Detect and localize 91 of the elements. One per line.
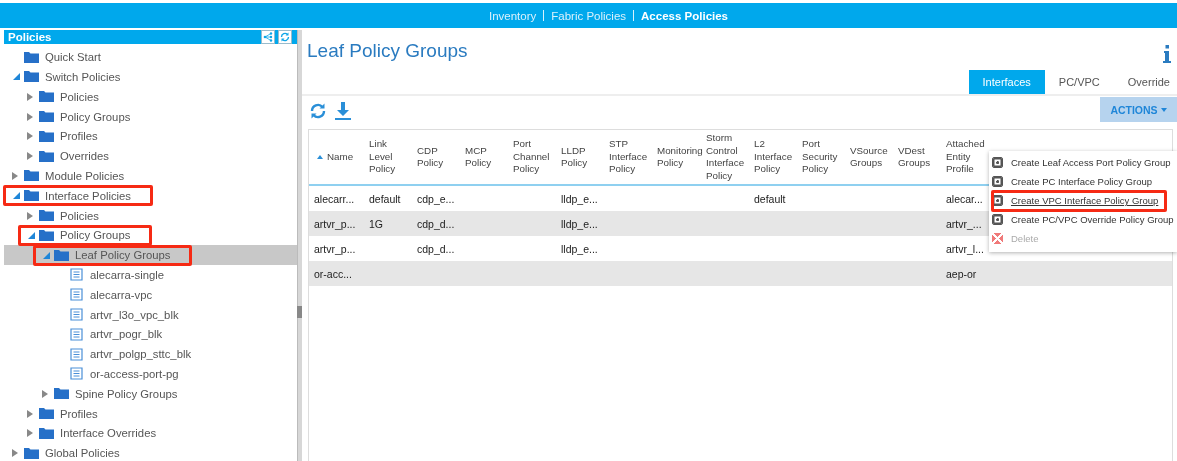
tree-item[interactable]: Profiles bbox=[4, 126, 297, 147]
expand-icon[interactable] bbox=[27, 211, 33, 220]
column-header[interactable]: Storm Control Interface Policy bbox=[703, 130, 751, 185]
column-header[interactable]: MCP Policy bbox=[462, 130, 510, 185]
column-header[interactable]: VSource Groups bbox=[847, 130, 895, 185]
tree-item[interactable]: Global Policies bbox=[4, 443, 297, 461]
document-icon bbox=[69, 347, 84, 361]
column-header[interactable]: VDest Groups bbox=[895, 130, 943, 185]
tree-item[interactable]: Interface Overrides bbox=[4, 423, 297, 444]
table-cell: cdp_e... bbox=[414, 185, 462, 211]
expand-icon[interactable] bbox=[12, 449, 18, 458]
document-icon bbox=[69, 367, 84, 381]
table-cell: 1G bbox=[366, 211, 414, 236]
folder-icon bbox=[24, 189, 39, 203]
tree-item[interactable]: Profiles bbox=[4, 403, 297, 424]
expand-icon[interactable] bbox=[27, 409, 33, 418]
folder-icon bbox=[39, 209, 54, 223]
folder-icon bbox=[24, 50, 39, 64]
tree-item[interactable]: Policy Groups bbox=[4, 225, 297, 246]
table-cell: default bbox=[751, 185, 799, 211]
tree-item[interactable]: Overrides bbox=[4, 146, 297, 167]
column-header[interactable]: STP Interface Policy bbox=[606, 130, 654, 185]
tree-item[interactable]: Policy Groups bbox=[4, 106, 297, 127]
tree-item[interactable]: artvr_polgp_sttc_blk bbox=[4, 344, 297, 364]
table-cell: artvr_p... bbox=[309, 236, 366, 261]
table-cell: default bbox=[366, 185, 414, 211]
folder-icon bbox=[39, 110, 54, 124]
column-header[interactable]: Name bbox=[309, 130, 366, 185]
expand-icon[interactable] bbox=[27, 152, 33, 161]
folder-icon bbox=[39, 90, 54, 104]
folder-icon bbox=[39, 149, 54, 163]
table-cell: lldp_e... bbox=[558, 236, 606, 261]
column-header[interactable]: Port Security Policy bbox=[799, 130, 847, 185]
tree-item[interactable]: Module Policies bbox=[4, 166, 297, 186]
expand-icon[interactable] bbox=[27, 92, 33, 101]
folder-icon bbox=[54, 248, 69, 262]
folder-icon bbox=[39, 228, 54, 242]
tree-item[interactable]: artvr_l3o_vpc_blk bbox=[4, 304, 297, 325]
tree-view-icon[interactable] bbox=[261, 30, 275, 45]
tree-item[interactable]: Policies bbox=[4, 86, 297, 107]
tree-item[interactable]: Spine Policy Groups bbox=[4, 383, 297, 404]
splitter-handle[interactable] bbox=[297, 306, 302, 318]
column-header[interactable]: L2 Interface Policy bbox=[751, 130, 799, 185]
folder-icon bbox=[39, 129, 54, 143]
download-icon[interactable] bbox=[335, 102, 351, 120]
tree-item[interactable]: Policies bbox=[4, 205, 297, 226]
tree-item[interactable]: or-access-port-pg bbox=[4, 364, 297, 384]
refresh-icon[interactable] bbox=[309, 102, 327, 120]
expand-icon[interactable] bbox=[27, 112, 33, 121]
delete-icon bbox=[992, 233, 1003, 244]
refresh-icon[interactable] bbox=[278, 30, 292, 45]
table-cell: or-acc... bbox=[309, 261, 366, 286]
tab[interactable]: PC/VPC bbox=[1044, 70, 1114, 94]
expand-icon[interactable] bbox=[27, 132, 33, 141]
document-icon bbox=[69, 268, 84, 282]
tab[interactable]: Override bbox=[1113, 70, 1177, 94]
table-cell: lldp_e... bbox=[558, 185, 606, 211]
column-header[interactable]: Monitoring Policy bbox=[654, 130, 703, 185]
tree-item[interactable]: Leaf Policy Groups bbox=[4, 245, 297, 266]
expand-icon[interactable] bbox=[42, 389, 48, 398]
folder-icon bbox=[24, 70, 39, 84]
caret-icon bbox=[1160, 107, 1167, 112]
tree-item[interactable]: Interface Policies bbox=[4, 185, 297, 206]
tree-item[interactable]: alecarra-vpc bbox=[4, 284, 297, 305]
sidebar-title: Policies bbox=[8, 31, 52, 44]
table-cell: cdp_d... bbox=[414, 211, 462, 236]
folder-icon bbox=[54, 387, 69, 401]
folder-icon bbox=[39, 426, 54, 440]
table-cell: artvr_p... bbox=[309, 211, 366, 236]
table-cell: cdp_d... bbox=[414, 236, 462, 261]
document-icon bbox=[69, 327, 84, 341]
tree-item[interactable]: Switch Policies bbox=[4, 67, 297, 87]
info-icon[interactable] bbox=[1163, 45, 1171, 63]
document-icon bbox=[69, 308, 84, 321]
table-cell: lldp_e... bbox=[558, 211, 606, 236]
table-cell: aep-or bbox=[943, 261, 993, 286]
tree-item[interactable]: artvr_pogr_blk bbox=[4, 324, 297, 345]
tree-item[interactable]: Quick Start bbox=[4, 47, 297, 68]
document-icon bbox=[69, 288, 84, 302]
page-title: Leaf Policy Groups bbox=[307, 40, 468, 62]
column-header[interactable]: CDP Policy bbox=[414, 130, 462, 185]
folder-icon bbox=[39, 407, 54, 420]
column-header[interactable]: Link Level Policy bbox=[366, 130, 414, 185]
folder-icon bbox=[24, 169, 39, 183]
tree-item[interactable]: alecarra-single bbox=[4, 265, 297, 285]
expand-icon[interactable] bbox=[27, 429, 33, 438]
expand-icon[interactable] bbox=[12, 171, 18, 180]
folder-icon bbox=[24, 446, 39, 460]
column-header[interactable]: Port Channel Policy bbox=[510, 130, 558, 185]
table-cell: alecarr... bbox=[309, 185, 366, 211]
column-header[interactable]: LLDP Policy bbox=[558, 130, 606, 185]
